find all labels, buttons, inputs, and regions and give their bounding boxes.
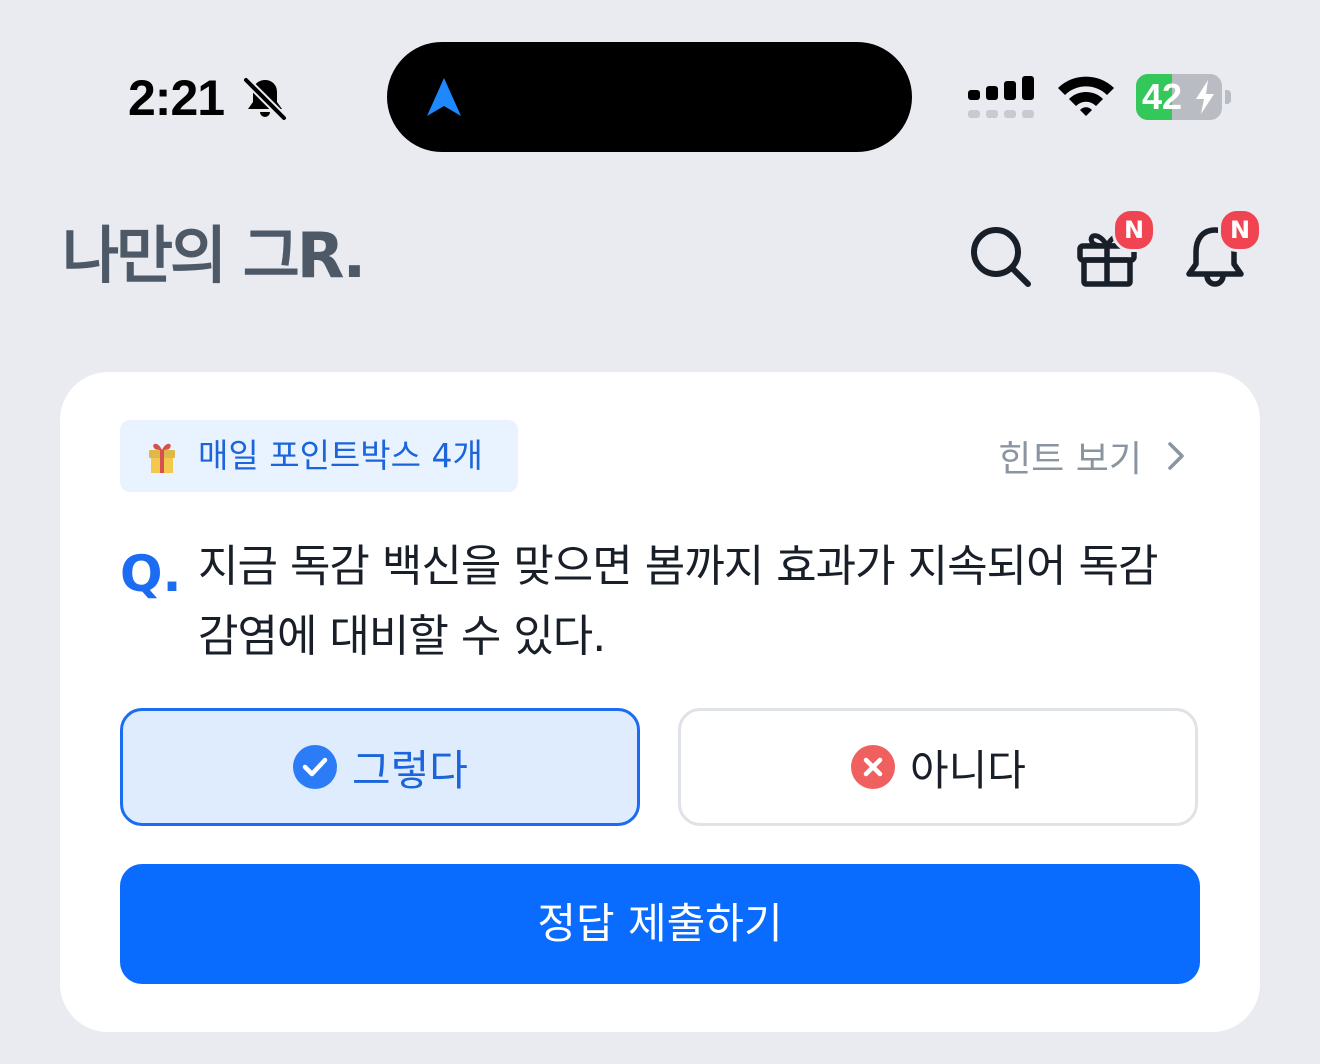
submit-answer-button[interactable]: 정답 제출하기 [120, 864, 1200, 984]
chevron-right-icon [1168, 442, 1184, 470]
notification-new-badge: N [1218, 208, 1262, 252]
daily-pointbox-chip: 매일 포인트박스 4개 [120, 420, 518, 492]
navigation-arrow-icon [427, 78, 461, 116]
option-yes-label: 그렇다 [352, 745, 468, 795]
quiz-card: 매일 포인트박스 4개 힌트 보기 Q. 지금 독감 백신을 맞으면 봄까지 효… [60, 372, 1260, 1032]
check-circle-icon [293, 745, 338, 789]
option-no-label: 아니다 [910, 745, 1026, 795]
notification-button[interactable]: N [1182, 208, 1262, 292]
option-yes-button[interactable]: 그렇다 [120, 708, 640, 826]
status-time: 2:21 [128, 70, 225, 126]
app-logo[interactable]: 나만의 그R. [62, 220, 366, 292]
x-circle-icon [851, 745, 896, 789]
search-icon [971, 227, 1031, 287]
search-button[interactable] [966, 222, 1036, 292]
battery-cap [1225, 90, 1231, 104]
cellular-signal-icon [968, 76, 1034, 118]
hint-link[interactable]: 힌트 보기 [998, 428, 1188, 484]
question-text: 지금 독감 백신을 맞으면 봄까지 효과가 지속되어 독감 감염에 대비할 수 … [198, 541, 1158, 662]
gift-button[interactable]: N [1074, 208, 1156, 292]
daily-pointbox-label: 매일 포인트박스 4개 [198, 436, 483, 475]
question-mark-label: Q. [120, 545, 182, 603]
battery-body: 42 [1136, 74, 1222, 120]
hint-label: 힌트 보기 [998, 439, 1142, 480]
gift-new-badge: N [1112, 208, 1156, 252]
dynamic-island [387, 42, 912, 152]
status-bar: 2:21 42 [0, 0, 1320, 190]
charging-bolt-icon [1196, 80, 1214, 114]
wifi-icon [1058, 76, 1114, 116]
gift-box-icon [149, 443, 175, 473]
option-no-button[interactable]: 아니다 [678, 708, 1198, 826]
battery-indicator: 42 [1136, 74, 1232, 120]
bell-slash-icon [243, 77, 287, 121]
